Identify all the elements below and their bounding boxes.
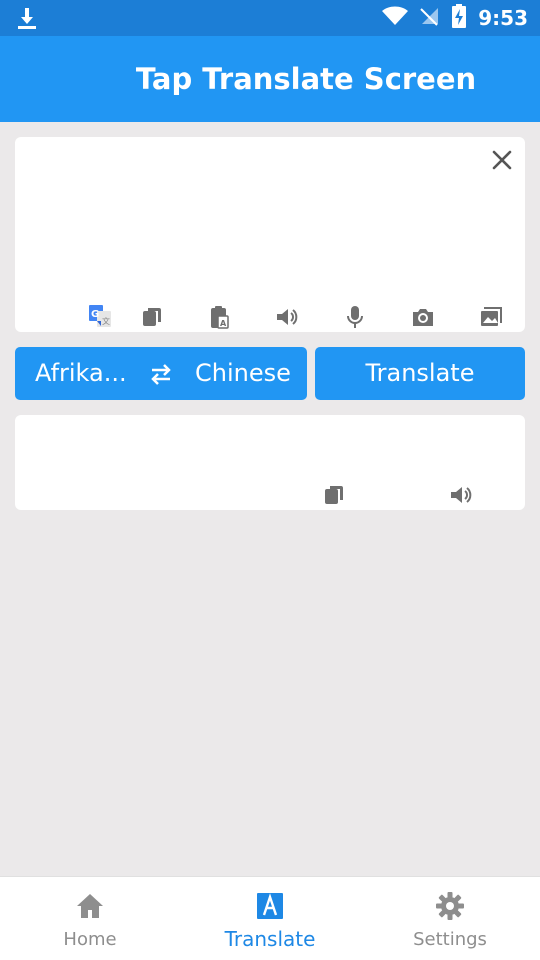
svg-text:G: G [91, 309, 99, 320]
nav-label: Translate [224, 927, 316, 951]
wifi-icon [382, 6, 409, 30]
swap-icon[interactable] [149, 362, 173, 386]
nav-label: Settings [413, 929, 487, 950]
nav-label: Home [63, 929, 117, 950]
nav-item-translate[interactable]: Translate [180, 877, 360, 960]
speaker-icon[interactable] [275, 305, 299, 329]
bottom-navigation: Home Translate Settings [0, 876, 540, 960]
status-bar: 9:53 [0, 0, 540, 36]
home-icon [75, 891, 105, 921]
microphone-icon[interactable] [343, 305, 367, 329]
translate-button[interactable]: Translate [315, 347, 525, 400]
output-text-area [15, 415, 525, 510]
language-selector[interactable]: Afrika... Chinese [15, 347, 307, 400]
google-translate-icon[interactable]: G文 [88, 304, 112, 328]
status-time: 9:53 [478, 6, 528, 30]
translate-icon [255, 891, 285, 921]
app-bar: Tap Translate Screen [0, 36, 540, 122]
svg-text:A: A [220, 319, 227, 328]
source-language[interactable]: Afrika... [35, 347, 127, 400]
speaker-icon[interactable] [449, 483, 473, 507]
no-signal-icon [420, 6, 440, 30]
copy-icon[interactable] [322, 483, 346, 507]
nav-item-home[interactable]: Home [0, 877, 180, 960]
image-icon[interactable] [479, 305, 503, 329]
camera-icon[interactable] [411, 305, 435, 329]
nav-item-settings[interactable]: Settings [360, 877, 540, 960]
gear-icon [435, 891, 465, 921]
copy-icon[interactable] [140, 305, 164, 329]
target-language[interactable]: Chinese [195, 347, 291, 400]
battery-charging-icon [452, 4, 467, 32]
paste-icon[interactable]: A [208, 305, 232, 329]
download-icon [16, 6, 38, 30]
page-title: Tap Translate Screen [135, 62, 477, 96]
close-icon[interactable] [491, 149, 513, 171]
svg-text:文: 文 [102, 316, 110, 326]
input-text-area[interactable]: G文 A [15, 137, 525, 332]
